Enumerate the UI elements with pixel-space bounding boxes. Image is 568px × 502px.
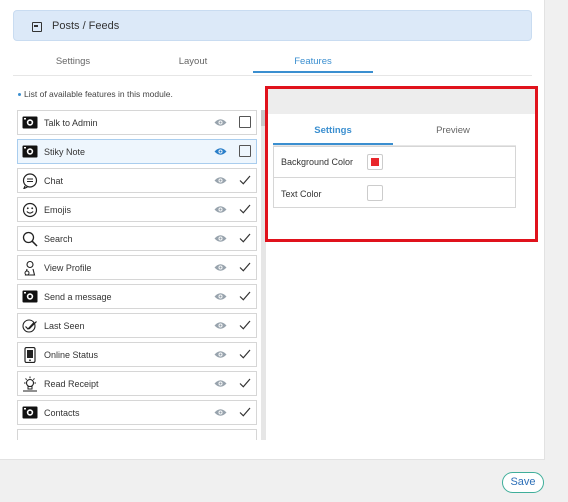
feature-row[interactable]: Contacts [17,400,257,425]
text-color-label: Text Color [281,188,322,199]
eye-icon[interactable] [214,350,227,359]
text-color-swatch[interactable] [367,185,383,201]
feature-label: View Profile [44,262,92,273]
checkmark-icon[interactable] [239,319,251,331]
tab-layout[interactable]: Layout [133,52,253,72]
property-row-text-color: Text Color [274,178,515,209]
tab-settings[interactable]: Settings [13,52,133,72]
checkmark-icon[interactable] [239,377,251,389]
feature-row[interactable]: Send a message [17,284,257,309]
panel-tab-preview[interactable]: Preview [393,118,513,144]
checkmark-icon[interactable] [239,290,251,302]
feature-row[interactable]: Emojis [17,197,257,222]
checkmark-icon[interactable] [239,232,251,244]
feature-row[interactable] [17,429,257,440]
checkmark-icon[interactable] [239,261,251,273]
module-card: Posts / Feeds Settings Layout Features L… [0,0,545,460]
user-profile-icon [21,260,39,276]
eye-icon[interactable] [214,263,227,272]
background-color-swatch[interactable] [367,154,383,170]
feature-label: Last Seen [44,320,85,331]
module-header: Posts / Feeds [13,10,532,41]
features-pane: List of available features in this modul… [13,80,266,440]
feature-label: Contacts [44,407,80,418]
eye-icon[interactable] [214,176,227,185]
feature-row[interactable]: Talk to Admin [17,110,257,135]
feature-row[interactable]: Online Status [17,342,257,367]
feature-row[interactable]: Read Receipt [17,371,257,396]
smiley-icon [21,202,39,218]
camera-icon [21,289,39,305]
double-check-icon [21,318,39,334]
eye-icon[interactable] [214,292,227,301]
module-icon [32,21,42,32]
checkmark-icon[interactable] [239,348,251,360]
panel-tabs: Settings Preview [273,118,516,146]
checkmark-icon[interactable] [239,203,251,215]
feature-label: Send a message [44,291,112,302]
properties-table: Background Color Text Color [273,146,516,208]
eye-icon[interactable] [214,118,227,127]
eye-icon[interactable] [214,408,227,417]
text-color-fill [371,189,379,197]
search-icon [21,231,39,247]
feature-row[interactable]: Chat [17,168,257,193]
feature-label: Search [44,233,73,244]
background-color-fill [371,158,379,166]
eye-icon[interactable] [214,379,227,388]
phone-status-icon [21,346,39,363]
feature-settings-panel: Settings Preview Background Color Text C… [265,86,538,242]
feature-label: Stiky Note [44,146,86,157]
feature-label: Emojis [44,204,72,215]
feature-row[interactable]: Stiky Note [17,139,257,164]
feature-row[interactable]: Search [17,226,257,251]
lightbulb-icon [21,376,39,392]
tab-features[interactable]: Features [253,52,373,73]
checkmark-icon[interactable] [239,406,251,418]
panel-tab-settings[interactable]: Settings [273,118,393,145]
features-hint: List of available features in this modul… [18,89,173,99]
chat-bubble-icon [21,172,39,189]
page-title: Posts / Feeds [52,19,120,32]
module-tabs: Settings Layout Features [13,52,532,76]
eye-icon[interactable] [214,205,227,214]
eye-icon[interactable] [214,147,227,156]
feature-label: Chat [44,175,64,186]
feature-label: Talk to Admin [44,117,98,128]
features-list: Talk to Admin Stiky Note Chat Emojis Search V… [13,110,263,440]
background-color-label: Background Color [281,157,354,167]
property-row-background-color: Background Color [274,147,515,178]
panel-topbar [268,89,535,114]
feature-checkbox[interactable] [239,145,251,157]
feature-row[interactable]: Last Seen [17,313,257,338]
bullet-icon [18,93,21,97]
feature-row[interactable]: View Profile [17,255,257,280]
eye-icon[interactable] [214,321,227,330]
camera-icon [21,115,39,131]
save-button[interactable]: Save [502,472,544,493]
feature-label: Read Receipt [44,378,99,389]
camera-icon [21,144,39,160]
feature-checkbox[interactable] [239,116,251,128]
checkmark-icon[interactable] [239,174,251,186]
eye-icon[interactable] [214,234,227,243]
camera-icon [21,405,39,421]
feature-label: Online Status [44,349,99,360]
